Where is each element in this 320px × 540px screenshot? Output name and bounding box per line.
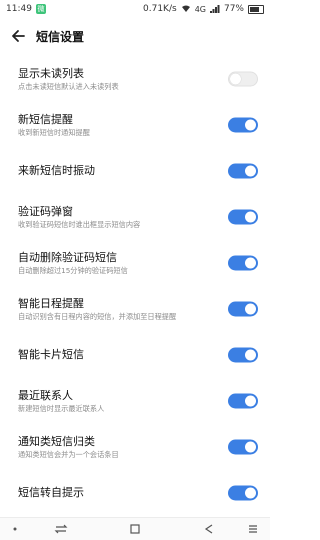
toggle-switch[interactable] (228, 393, 258, 409)
back-arrow-icon[interactable] (10, 28, 26, 44)
navigation-bar (0, 517, 270, 540)
app-notification-icon: 微 (35, 4, 46, 14)
app-header: 短信设置 (0, 18, 270, 54)
toggle-knob (245, 257, 256, 269)
status-time: 11:49 (6, 4, 32, 14)
settings-row[interactable]: 最近联系人 新建短信时显示最近联系人 (0, 378, 270, 424)
toggle-knob (245, 211, 256, 223)
settings-row[interactable]: 智能日程提醒 自动识别含有日程内容的短信，并添加至日程提醒 (0, 286, 270, 332)
settings-row[interactable]: 新短信提醒 收到新短信时通知提醒 (0, 102, 270, 148)
settings-row[interactable]: 短信转自提示 (0, 470, 270, 516)
toggle-switch[interactable] (228, 163, 258, 179)
signal-icon (209, 5, 220, 13)
battery-fill (250, 6, 259, 12)
toggle-switch[interactable] (228, 347, 258, 363)
toggle-switch[interactable] (228, 209, 258, 225)
page-title: 短信设置 (36, 29, 85, 44)
toggle-switch[interactable] (228, 71, 258, 87)
toggle-switch[interactable] (228, 301, 258, 317)
settings-list: 显示未读列表 点击未读短信默认进入未读列表 新短信提醒 收到新短信时通知提醒 来新短信时… (0, 56, 270, 516)
settings-row[interactable]: 显示未读列表 点击未读短信默认进入未读列表 (0, 56, 270, 102)
status-bar: 11:49 微 0.71K/s 4G 77% (0, 0, 270, 18)
toggle-switch[interactable] (228, 439, 258, 455)
net-speed: 0.71K/s (143, 4, 177, 14)
toggle-knob (245, 395, 256, 407)
toggle-knob (245, 349, 256, 361)
settings-row[interactable]: 验证码弹窗 收到验证码短信时谁出框显示短信内容 (0, 194, 270, 240)
settings-row[interactable]: 来新短信时振动 (0, 148, 270, 194)
settings-row[interactable]: 智能卡片短信 (0, 332, 270, 378)
wifi-icon (181, 5, 190, 12)
switch-icon[interactable] (54, 522, 68, 536)
toggle-knob (245, 165, 256, 177)
battery-icon (248, 4, 264, 14)
back-triangle-icon[interactable] (202, 522, 216, 536)
toggle-switch[interactable] (228, 117, 258, 133)
settings-row[interactable]: 自动删除验证码短信 自动删除超过15分钟的验证码短信 (0, 240, 270, 286)
toggle-knob (245, 487, 256, 499)
toggle-knob (245, 303, 256, 315)
dot-icon[interactable] (8, 522, 22, 536)
battery-percent: 77% (223, 4, 244, 14)
menu-icon[interactable] (246, 522, 260, 536)
network-type: 4G (194, 4, 206, 14)
toggle-switch[interactable] (228, 255, 258, 271)
settings-row[interactable]: 通知类短信归类 通知类短信会并为一个会话条目 (0, 424, 270, 470)
toggle-knob (230, 73, 241, 85)
toggle-switch[interactable] (228, 485, 258, 501)
toggle-knob (245, 119, 256, 131)
square-icon[interactable] (128, 522, 142, 536)
toggle-knob (245, 441, 256, 453)
